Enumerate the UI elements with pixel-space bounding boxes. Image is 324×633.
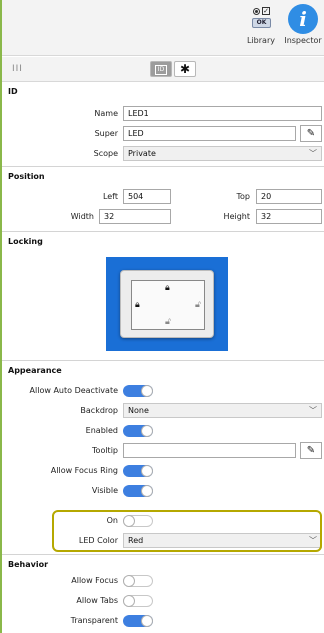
backdrop-label: Backdrop	[80, 406, 118, 415]
width-field[interactable]: 32	[99, 209, 171, 224]
allow-focus-label: Allow Focus	[71, 576, 118, 585]
scope-label: Scope	[93, 149, 118, 158]
transparent-toggle[interactable]	[123, 615, 153, 627]
top-field[interactable]: 20	[256, 189, 322, 204]
toolbar: ✓ OK Library i Inspector	[2, 0, 324, 56]
panel-grip-icon[interactable]: III	[12, 64, 23, 74]
allow-auto-deactivate-toggle[interactable]	[123, 385, 153, 397]
left-field[interactable]: 504	[123, 189, 171, 204]
super-field[interactable]: LED	[123, 126, 296, 141]
section-title-behavior: Behavior	[8, 560, 49, 569]
height-field[interactable]: 32	[256, 209, 322, 224]
scope-select[interactable]: Private ﹀	[123, 146, 322, 161]
lock-right-padlock-icon[interactable]: 🔓︎	[195, 300, 201, 310]
lock-left-padlock-icon[interactable]: 🔒︎	[135, 300, 140, 310]
height-label: Height	[223, 212, 250, 221]
chevron-down-icon: ﹀	[309, 406, 317, 415]
library-icon: ✓ OK	[248, 4, 274, 34]
allow-auto-deactivate-label: Allow Auto Deactivate	[29, 386, 118, 395]
on-toggle[interactable]	[123, 515, 153, 527]
backdrop-select[interactable]: None ﹀	[123, 403, 322, 418]
tab-id[interactable]: ID	[150, 61, 172, 77]
chevron-down-icon: ﹀	[309, 536, 317, 545]
tab-settings-gear-icon[interactable]: ✱	[174, 61, 196, 77]
locking-section: Locking 🔒︎ 🔒︎ 🔓︎ 🔓︎	[2, 233, 324, 361]
allow-focus-toggle[interactable]	[123, 575, 153, 587]
position-section: Position Left 504 Top 20 Width 32 Height…	[2, 168, 324, 232]
left-label: Left	[102, 192, 118, 201]
inspector-button[interactable]: i Inspector	[282, 4, 324, 45]
inspector-tab-strip: III ID ✱	[2, 57, 324, 82]
enabled-label: Enabled	[85, 426, 118, 435]
chevron-down-icon: ﹀	[309, 149, 317, 158]
info-icon: i	[288, 4, 318, 34]
enabled-toggle[interactable]	[123, 425, 153, 437]
lock-top-padlock-icon[interactable]: 🔒︎	[165, 283, 170, 293]
transparent-label: Transparent	[70, 616, 118, 625]
inspector-label: Inspector	[284, 36, 322, 45]
edit-pencil-icon[interactable]: ✎	[300, 442, 322, 459]
name-label: Name	[94, 109, 118, 118]
locking-widget: 🔒︎ 🔒︎ 🔓︎ 🔓︎	[106, 257, 228, 351]
lock-bottom-padlock-icon[interactable]: 🔓︎	[165, 317, 171, 327]
appearance-section: Appearance Allow Auto Deactivate Backdro…	[2, 362, 324, 555]
edit-pencil-icon[interactable]: ✎	[300, 125, 322, 142]
tooltip-label: Tooltip	[92, 446, 118, 455]
allow-focus-ring-toggle[interactable]	[123, 465, 153, 477]
name-field[interactable]: LED1	[123, 106, 322, 121]
library-button[interactable]: ✓ OK Library	[236, 4, 286, 45]
visible-toggle[interactable]	[123, 485, 153, 497]
led-color-label: LED Color	[78, 536, 118, 545]
allow-focus-ring-label: Allow Focus Ring	[50, 466, 118, 475]
locking-box: 🔒︎ 🔒︎ 🔓︎ 🔓︎	[131, 280, 205, 330]
led-color-select[interactable]: Red ﹀	[123, 533, 322, 548]
visible-label: Visible	[91, 486, 118, 495]
id-section: ID Name LED1 Super LED ✎ Scope Private ﹀	[2, 83, 324, 167]
locking-preview: 🔒︎ 🔒︎ 🔓︎ 🔓︎	[120, 270, 214, 338]
section-title-id: ID	[8, 87, 18, 96]
behavior-section: Behavior Allow Focus Allow Tabs Transpar…	[2, 556, 324, 633]
top-label: Top	[236, 192, 251, 201]
on-label: On	[106, 516, 118, 525]
width-label: Width	[70, 212, 94, 221]
section-title-appearance: Appearance	[8, 366, 62, 375]
allow-tabs-toggle[interactable]	[123, 595, 153, 607]
section-title-position: Position	[8, 172, 45, 181]
section-title-locking: Locking	[8, 237, 43, 246]
allow-tabs-label: Allow Tabs	[76, 596, 118, 605]
super-label: Super	[94, 129, 118, 138]
library-label: Library	[247, 36, 275, 45]
tooltip-field[interactable]	[123, 443, 296, 458]
